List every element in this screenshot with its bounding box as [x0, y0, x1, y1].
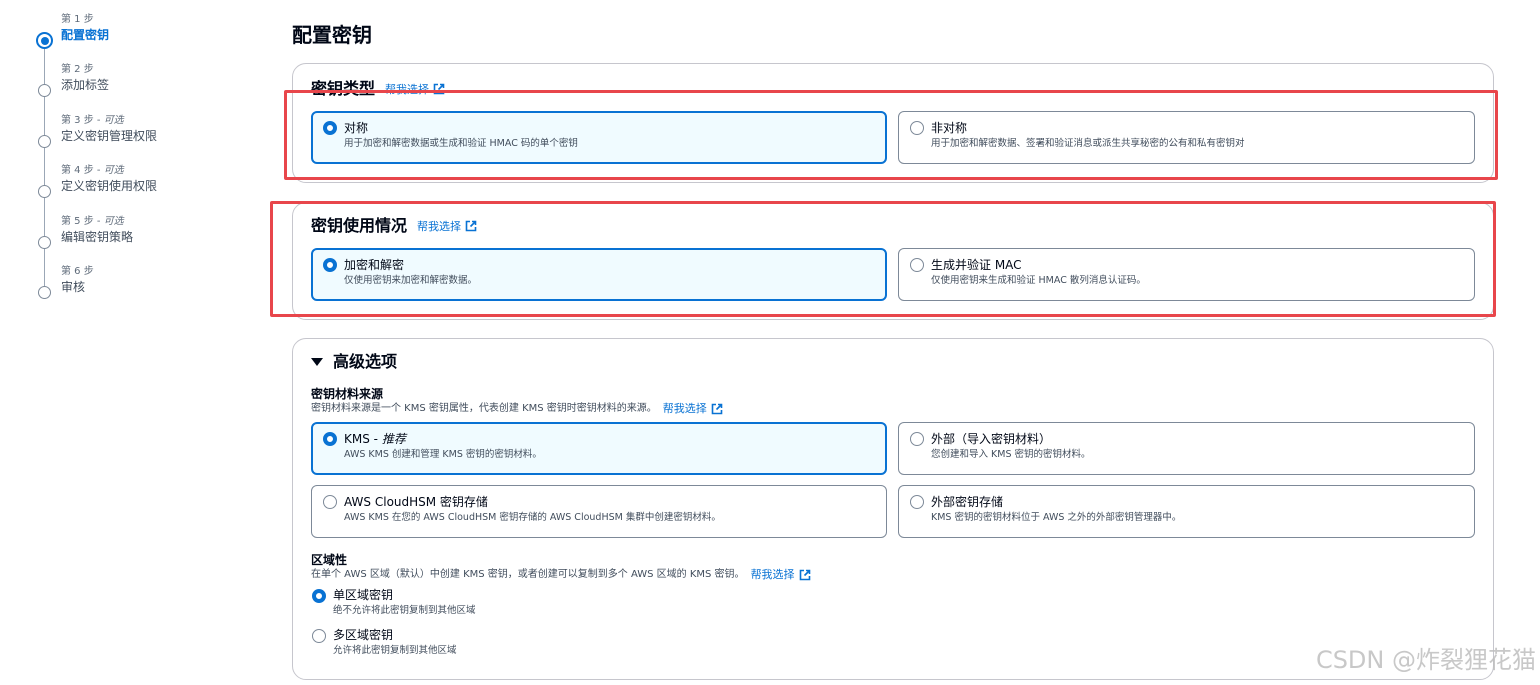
step-title: 定义密钥使用权限	[61, 179, 158, 194]
option-title: 外部（导入密钥材料）	[931, 432, 1052, 446]
key-usage-heading: 密钥使用情况	[311, 216, 408, 235]
step-3[interactable]: 第 3 步 - 可选 定义密钥管理权限	[36, 113, 266, 163]
radio-unselected-icon[interactable]	[312, 629, 326, 643]
help-link-label: 帮我选择	[750, 568, 795, 581]
help-link-label: 帮我选择	[662, 402, 707, 415]
key-material-desc-text: 密钥材料来源是一个 KMS 密钥属性，代表创建 KMS 密钥时密钥材料的来源。	[311, 403, 657, 414]
radio-selected-icon[interactable]	[323, 258, 337, 272]
step-1[interactable]: 第 1 步 配置密钥	[36, 12, 266, 62]
regionality-description: 在单个 AWS 区域（默认）中创建 KMS 密钥，或者创建可以复制到多个 AWS…	[311, 568, 811, 582]
multi-region-option[interactable]: 多区域密钥 允许将此密钥复制到其他区域	[311, 627, 457, 658]
step-number: 第 6 步	[61, 265, 94, 277]
step-4[interactable]: 第 4 步 - 可选 定义密钥使用权限	[36, 163, 266, 213]
key-material-description: 密钥材料来源是一个 KMS 密钥属性，代表创建 KMS 密钥时密钥材料的来源。 …	[311, 402, 723, 416]
option-title: 生成并验证 MAC	[931, 258, 1022, 272]
step-pending-icon	[38, 285, 51, 299]
step-optional: 可选	[103, 215, 124, 227]
option-title: 对称	[344, 121, 369, 135]
key-type-header: 密钥类型 帮我选择	[311, 78, 445, 100]
radio-unselected-icon[interactable]	[910, 432, 924, 446]
key-material-cloudhsm-option[interactable]: AWS CloudHSM 密钥存储 AWS KMS 在您的 AWS CloudH…	[311, 485, 887, 538]
help-link-label: 帮我选择	[385, 83, 430, 96]
step-number: 第 4 步 - 可选	[61, 165, 124, 177]
advanced-options-panel: 高级选项 密钥材料来源 密钥材料来源是一个 KMS 密钥属性，代表创建 KMS …	[292, 338, 1494, 680]
key-usage-mac-option[interactable]: 生成并验证 MAC 仅使用密钥来生成和验证 HMAC 散列消息认证码。	[898, 248, 1475, 301]
step-pending-icon	[38, 185, 51, 199]
watermark: CSDN @炸裂狸花猫	[1315, 646, 1536, 674]
wizard-steps: 第 1 步 配置密钥 第 2 步 添加标签 第 3 步 - 可选 定义密钥管理权…	[36, 12, 266, 314]
step-pending-icon	[38, 84, 51, 98]
radio-selected-icon[interactable]	[312, 589, 326, 603]
step-optional: 可选	[103, 165, 124, 177]
key-type-panel: 密钥类型 帮我选择 对称 用于加密和解密数据或生成和验证 HMAC 码的单个密钥…	[292, 63, 1494, 183]
option-description: 用于加密和解密数据或生成和验证 HMAC 码的单个密钥	[344, 138, 578, 149]
external-link-icon	[799, 569, 810, 581]
key-usage-panel: 密钥使用情况 帮我选择 加密和解密 仅使用密钥来加密和解密数据。 生成并验证 M…	[292, 202, 1494, 320]
step-number: 第 3 步 - 可选	[61, 114, 124, 126]
key-material-external-option[interactable]: 外部（导入密钥材料） 您创建和导入 KMS 密钥的密钥材料。	[898, 422, 1475, 475]
option-title: 多区域密钥	[333, 628, 394, 642]
key-type-help-link[interactable]: 帮我选择	[385, 81, 445, 97]
step-pending-icon	[38, 134, 51, 148]
step-title: 配置密钥	[61, 28, 110, 42]
option-description: 仅使用密钥来生成和验证 HMAC 散列消息认证码。	[931, 275, 1146, 286]
caret-down-icon	[311, 358, 323, 366]
option-title: AWS CloudHSM 密钥存储	[344, 495, 488, 509]
option-title: KMS - 推荐	[344, 432, 406, 446]
radio-selected-icon[interactable]	[323, 432, 337, 446]
key-material-help-link[interactable]: 帮我选择	[663, 402, 723, 416]
step-title: 定义密钥管理权限	[61, 128, 158, 143]
external-link-icon	[465, 220, 477, 232]
recommended-tag: 推荐	[381, 432, 406, 446]
key-usage-help-link[interactable]: 帮我选择	[417, 218, 477, 234]
help-link-label: 帮我选择	[417, 220, 462, 233]
step-title: 添加标签	[61, 78, 110, 93]
step-title: 编辑密钥策略	[61, 229, 134, 244]
step-current-icon	[36, 32, 53, 49]
key-usage-header: 密钥使用情况 帮我选择	[311, 215, 477, 237]
step-number: 第 5 步 - 可选	[61, 215, 124, 227]
step-6[interactable]: 第 6 步 审核	[36, 264, 266, 314]
key-material-external-store-option[interactable]: 外部密钥存储 KMS 密钥的密钥材料位于 AWS 之外的外部密钥管理器中。	[898, 485, 1475, 538]
regionality-help-link[interactable]: 帮我选择	[751, 568, 811, 582]
radio-unselected-icon[interactable]	[323, 495, 337, 509]
advanced-options-heading: 高级选项	[333, 352, 398, 371]
option-description: 仅使用密钥来加密和解密数据。	[344, 275, 478, 286]
radio-unselected-icon[interactable]	[910, 258, 924, 272]
advanced-options-toggle[interactable]: 高级选项	[311, 351, 397, 373]
radio-unselected-icon[interactable]	[910, 495, 924, 509]
key-material-kms-option[interactable]: KMS - 推荐 AWS KMS 创建和管理 KMS 密钥的密钥材料。	[311, 422, 887, 475]
page-title: 配置密钥	[292, 23, 372, 47]
step-number: 第 2 步	[61, 64, 94, 76]
option-title: 单区域密钥	[333, 588, 394, 602]
option-title: 加密和解密	[344, 258, 405, 272]
radio-unselected-icon[interactable]	[910, 121, 924, 135]
key-type-heading: 密钥类型	[311, 79, 376, 98]
option-description: AWS KMS 创建和管理 KMS 密钥的密钥材料。	[344, 449, 542, 460]
step-title: 审核	[61, 279, 86, 294]
key-usage-encrypt-decrypt-option[interactable]: 加密和解密 仅使用密钥来加密和解密数据。	[311, 248, 887, 301]
single-region-option[interactable]: 单区域密钥 绝不允许将此密钥复制到其他区域	[311, 587, 476, 618]
external-link-icon	[433, 83, 445, 95]
regionality-label: 区域性	[311, 553, 348, 567]
external-link-icon	[711, 403, 723, 415]
option-description: 用于加密和解密数据、签署和验证消息或派生共享秘密的公有和私有密钥对	[931, 138, 1245, 149]
step-pending-icon	[38, 235, 51, 249]
key-type-symmetric-option[interactable]: 对称 用于加密和解密数据或生成和验证 HMAC 码的单个密钥	[311, 111, 887, 164]
radio-selected-icon[interactable]	[323, 121, 337, 135]
option-description: 允许将此密钥复制到其他区域	[333, 645, 457, 656]
option-description: KMS 密钥的密钥材料位于 AWS 之外的外部密钥管理器中。	[931, 512, 1182, 523]
option-description: 您创建和导入 KMS 密钥的密钥材料。	[931, 449, 1091, 460]
option-title: 非对称	[931, 121, 968, 135]
step-number: 第 1 步	[61, 14, 94, 25]
step-optional: 可选	[103, 114, 124, 126]
regionality-desc-text: 在单个 AWS 区域（默认）中创建 KMS 密钥，或者创建可以复制到多个 AWS…	[311, 569, 745, 580]
key-material-label: 密钥材料来源	[311, 387, 384, 401]
option-description: 绝不允许将此密钥复制到其他区域	[333, 605, 476, 616]
option-title: 外部密钥存储	[931, 495, 1004, 509]
option-description: AWS KMS 在您的 AWS CloudHSM 密钥存储的 AWS Cloud…	[344, 512, 721, 523]
step-5[interactable]: 第 5 步 - 可选 编辑密钥策略	[36, 214, 266, 264]
key-type-asymmetric-option[interactable]: 非对称 用于加密和解密数据、签署和验证消息或派生共享秘密的公有和私有密钥对	[898, 111, 1475, 164]
step-2[interactable]: 第 2 步 添加标签	[36, 62, 266, 112]
